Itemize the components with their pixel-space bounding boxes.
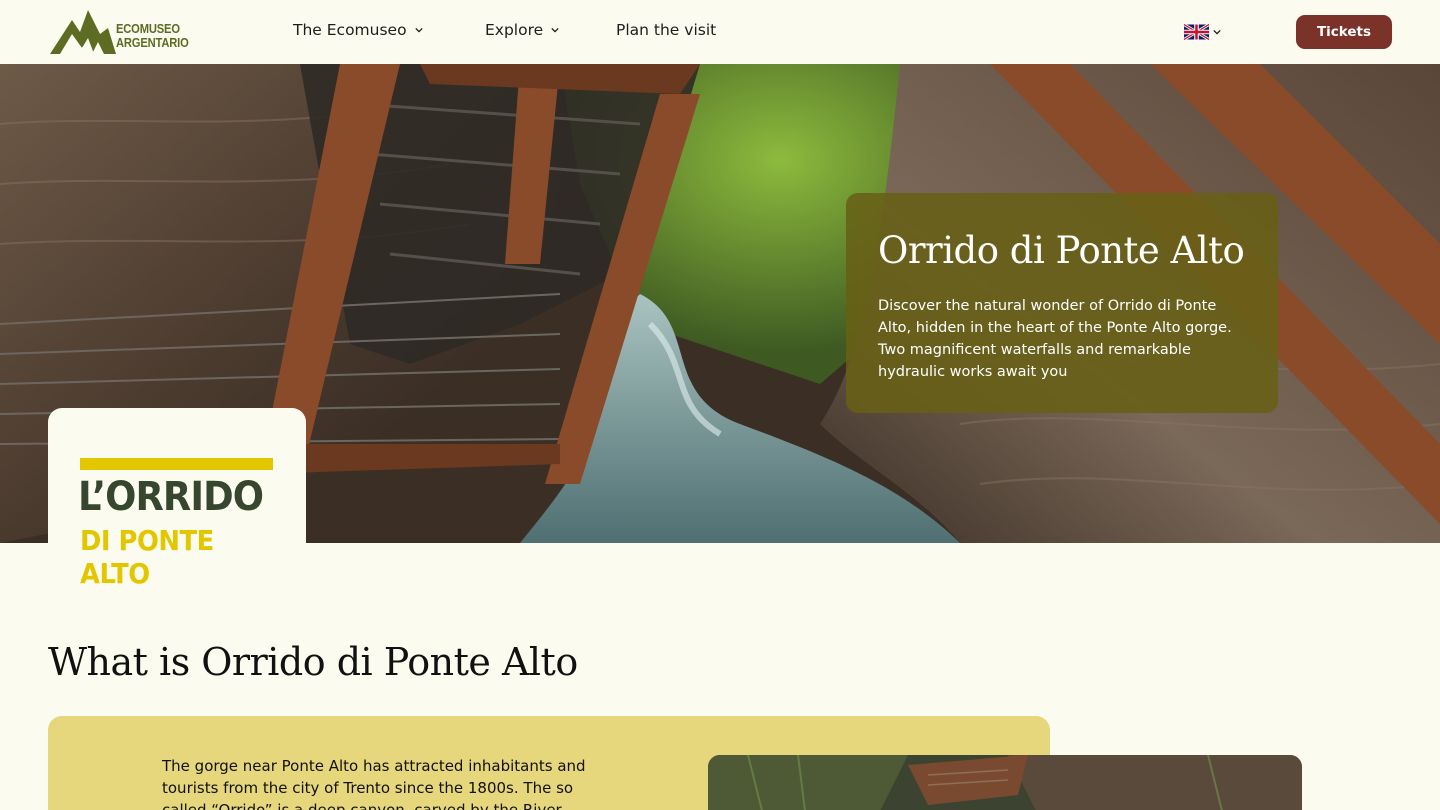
ecomuseo-logo[interactable]: ECOMUSEO ARGENTARIO [48, 8, 189, 56]
nav-label: Plan the visit [616, 21, 717, 39]
orrido-badge-logo: L’ORRIDO DI PONTE ALTO [48, 408, 306, 590]
site-header: ECOMUSEO ARGENTARIO The Ecomuseo Explore… [0, 0, 1440, 64]
hero-description: Discover the natural wonder of Orrido di… [878, 298, 1232, 380]
badge-title: L’ORRIDO [78, 474, 264, 520]
intro-text: The gorge near Ponte Alto has attracted … [162, 757, 586, 810]
section-title: What is Orrido di Ponte Alto [48, 640, 578, 684]
nav-label: Explore [485, 21, 544, 39]
badge-yellow-bar [80, 458, 273, 470]
nav-explore[interactable]: Explore [485, 21, 559, 39]
chevron-down-icon [1213, 29, 1221, 35]
chevron-down-icon [551, 27, 559, 33]
nav-label: The Ecomuseo [293, 21, 407, 39]
hero-info-card: Orrido di Ponte Alto Discover the natura… [846, 193, 1278, 413]
nav-plan-the-visit[interactable]: Plan the visit [616, 21, 716, 39]
gorge-walkway-image [708, 755, 1302, 810]
chevron-down-icon [414, 27, 423, 33]
hero-title: Orrido di Ponte Alto [878, 229, 1245, 272]
uk-flag-icon [1184, 24, 1209, 40]
tickets-button[interactable]: Tickets [1296, 15, 1392, 49]
mountain-logo-icon [50, 10, 116, 54]
nav-the-ecomuseo[interactable]: The Ecomuseo [293, 21, 423, 39]
logo-wordmark: ECOMUSEO ARGENTARIO [116, 21, 189, 50]
gorge-thumbnail-photo [708, 755, 1302, 810]
language-selector[interactable] [1184, 24, 1221, 40]
badge-subtitle: DI PONTE ALTO [80, 524, 214, 590]
